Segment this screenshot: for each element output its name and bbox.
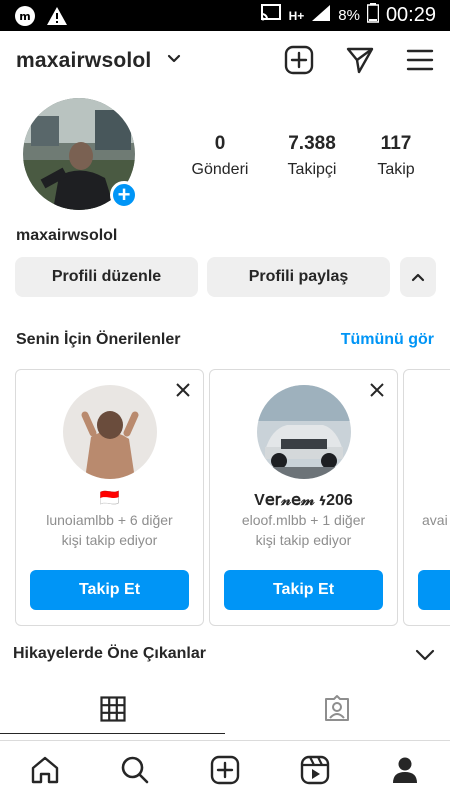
suggestion-card: avai [403,369,450,626]
suggested-user-name[interactable]: V𝖾𝗋𝓃𝖾𝓂 𐓷206 [210,488,397,510]
tagged-icon[interactable] [323,694,351,727]
follow-button[interactable]: Takip Et [30,570,189,610]
chevron-up-icon [410,272,426,289]
network-type: H+ [288,8,305,23]
warning-icon [46,6,68,31]
share-profile-button[interactable]: Profili paylaş [207,257,390,297]
signal-icon [311,4,331,27]
mutual-followers-text: avai [422,512,448,528]
posts-count[interactable]: 0 Gönderi [175,133,265,179]
mutual-followers-text: lunoiamlbb + 6 diğer [46,512,173,528]
close-icon[interactable] [369,382,385,403]
menu-icon[interactable] [405,45,435,75]
followers-count[interactable]: 7.388 Takipçi [267,133,357,179]
profile-header: maxairwsolol [0,31,450,91]
chevron-down-icon[interactable] [414,645,436,668]
reels-icon[interactable] [300,755,330,785]
active-tab-indicator [0,733,225,734]
chevron-down-icon[interactable] [166,51,182,72]
suggested-user-avatar[interactable] [62,385,157,479]
suggested-user-name[interactable]: 🇮🇩 [16,488,203,508]
battery-level: 8% [338,7,360,24]
suggestion-card: V𝖾𝗋𝓃𝖾𝓂 𐓷206 eloof.mlbb + 1 diğer kişi ta… [209,369,398,626]
account-switcher-username[interactable]: maxairwsolol [16,49,151,73]
mutual-followers-text: kişi takip ediyor [255,532,352,548]
direct-message-icon[interactable] [345,45,375,75]
see-all-link[interactable]: Tümünü gör [341,331,434,349]
battery-icon [366,3,380,28]
svg-text:m: m [19,10,30,23]
profile-tabs [0,686,450,736]
search-icon[interactable] [120,755,150,785]
create-post-icon[interactable] [284,45,314,75]
status-bar: m H+ 8% 00:29 [0,0,450,31]
following-count[interactable]: 117 Takip [351,133,441,179]
bottom-navigation [0,740,450,800]
home-icon[interactable] [30,755,60,785]
mutual-followers-text: eloof.mlbb + 1 diğer [241,512,366,528]
suggestions-title: Senin İçin Önerilenler [16,331,181,348]
profile-icon[interactable] [390,755,420,785]
grid-icon[interactable] [100,696,126,727]
follow-button[interactable] [418,570,450,610]
app-notification-icon: m [14,5,36,32]
follow-button[interactable]: Takip Et [224,570,383,610]
cast-icon [260,4,282,27]
create-icon[interactable] [210,755,240,785]
toggle-suggestions-button[interactable] [400,257,436,297]
edit-profile-button[interactable]: Profili düzenle [15,257,198,297]
profile-display-name: maxairwsolol [16,227,118,244]
add-story-button[interactable]: + [110,181,138,209]
clock: 00:29 [385,4,436,26]
story-highlights-title[interactable]: Hikayelerde Öne Çıkanlar [13,645,206,663]
mutual-followers-text: kişi takip ediyor [61,532,158,548]
suggested-user-avatar[interactable] [256,385,351,479]
close-icon[interactable] [175,382,191,403]
suggestion-card: 🇮🇩 lunoiamlbb + 6 diğer kişi takip ediyo… [15,369,204,626]
